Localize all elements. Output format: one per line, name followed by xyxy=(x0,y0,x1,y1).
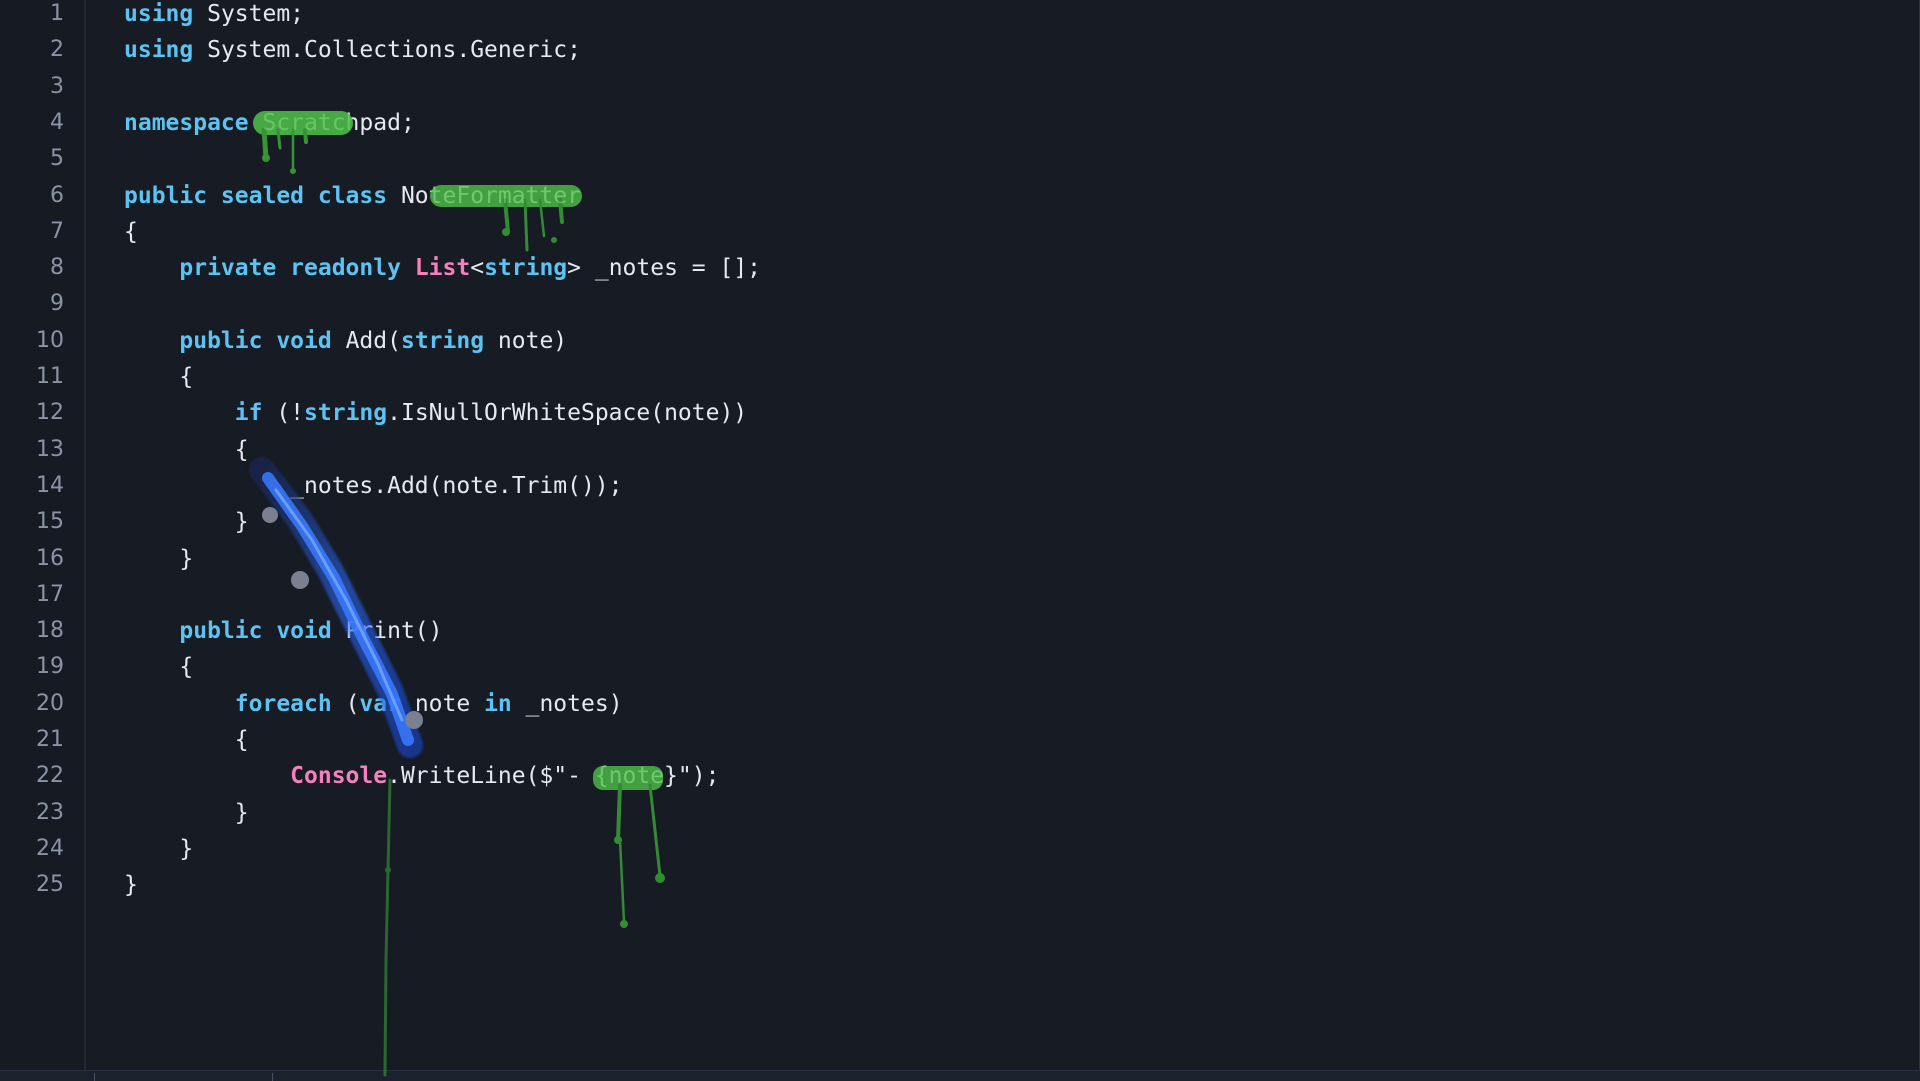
line-number: 16 xyxy=(36,545,64,571)
code-token: .WriteLine($"- {note}"); xyxy=(387,763,720,790)
code-token: (! xyxy=(262,400,305,427)
line-number: 20 xyxy=(36,690,64,716)
code-line[interactable]: { xyxy=(124,214,138,250)
keyword-token: string xyxy=(400,327,485,354)
code-token: < xyxy=(470,255,485,282)
code-token: ( xyxy=(331,690,360,717)
code-token: note) xyxy=(484,327,568,354)
line-number: 19 xyxy=(36,654,64,680)
code-editor[interactable]: 1 2 3 4 5 6 7 8 9 10 11 12 13 14 15 16 17 18 19 20 21 22 23 24 2… xyxy=(0,0,1920,1070)
line-number: 2 xyxy=(50,37,64,63)
type-token: List xyxy=(414,255,471,282)
code-token: { xyxy=(124,364,194,390)
code-token: } xyxy=(124,835,194,862)
keyword-token: string xyxy=(484,255,568,282)
code-line[interactable]: { xyxy=(124,649,193,685)
code-token: { xyxy=(124,727,249,753)
code-token: { xyxy=(124,218,138,245)
code-token: Scratchpad; xyxy=(248,109,415,136)
code-token: Add( xyxy=(331,327,401,354)
code-line[interactable]: using System.Collections.Generic; xyxy=(124,32,581,68)
line-number: 17 xyxy=(36,581,64,607)
code-line[interactable]: } xyxy=(124,795,249,831)
line-number: 6 xyxy=(50,182,64,208)
line-number: 22 xyxy=(36,763,64,789)
keyword-token: if xyxy=(234,400,263,427)
keyword-token: public void xyxy=(179,327,332,354)
line-number: 3 xyxy=(50,73,64,99)
code-token: { xyxy=(124,654,194,681)
line-number: 21 xyxy=(36,727,64,752)
keyword-token: string xyxy=(304,400,388,427)
code-token: _notes) xyxy=(511,690,623,717)
keyword-token: using xyxy=(124,37,194,64)
status-bar xyxy=(0,1070,1920,1081)
line-number-gutter: 1 2 3 4 5 6 7 8 9 10 11 12 13 14 15 16 17 18 19 20 21 22 23 24 2… xyxy=(0,0,86,1070)
code-token: NoteFormatter xyxy=(387,182,581,209)
code-line[interactable]: private readonly List<string> _notes = [… xyxy=(124,250,761,286)
code-line[interactable]: namespace Scratchpad; xyxy=(124,105,415,141)
line-number: 15 xyxy=(36,509,64,535)
keyword-token: public sealed class xyxy=(124,182,388,209)
code-line[interactable]: foreach (var note in _notes) xyxy=(124,686,623,722)
line-number: 11 xyxy=(36,364,64,389)
code-line[interactable]: Console.WriteLine($"- {note}"); xyxy=(124,758,719,794)
code-token: } xyxy=(124,509,249,536)
line-number: 24 xyxy=(36,835,64,861)
code-line[interactable]: } xyxy=(124,541,193,577)
code-line[interactable]: using System; xyxy=(124,0,304,32)
line-number: 7 xyxy=(50,218,64,244)
code-line[interactable]: { xyxy=(124,359,193,395)
code-line[interactable]: } xyxy=(124,867,138,903)
keyword-token: foreach xyxy=(234,690,332,717)
code-line[interactable]: if (!string.IsNullOrWhiteSpace(note)) xyxy=(124,395,747,431)
line-number: 12 xyxy=(36,400,64,426)
code-token: _notes.Add(note.Trim()); xyxy=(124,472,623,499)
code-line[interactable]: { xyxy=(124,432,249,468)
code-token: System.Collections.Generic; xyxy=(193,37,581,64)
code-token: > _notes = []; xyxy=(567,255,762,282)
code-token: } xyxy=(124,799,249,826)
keyword-token: public void xyxy=(179,618,332,645)
keyword-token: in xyxy=(484,690,512,717)
line-number: 23 xyxy=(36,799,64,825)
code-token: { xyxy=(124,436,249,463)
line-number: 4 xyxy=(50,109,64,135)
line-number: 10 xyxy=(36,327,64,353)
line-number: 13 xyxy=(36,436,64,462)
type-token: Console xyxy=(290,763,388,790)
code-line[interactable]: public sealed class NoteFormatter xyxy=(124,178,581,214)
keyword-token: private readonly xyxy=(179,255,401,282)
line-number: 5 xyxy=(50,146,64,172)
code-token: } xyxy=(124,545,194,572)
line-number: 8 xyxy=(50,255,64,281)
code-token: System; xyxy=(193,1,305,27)
code-line[interactable]: } xyxy=(124,504,249,540)
line-number: 25 xyxy=(36,872,64,898)
line-number: 1 xyxy=(50,1,64,26)
code-line[interactable]: _notes.Add(note.Trim()); xyxy=(124,468,623,504)
code-token: } xyxy=(124,872,138,899)
keyword-token: var xyxy=(359,690,401,717)
code-token: .IsNullOrWhiteSpace(note)) xyxy=(387,400,748,427)
code-line[interactable]: { xyxy=(124,722,249,758)
code-token: note xyxy=(400,690,485,717)
keyword-token: namespace xyxy=(124,109,249,136)
line-number: 9 xyxy=(50,291,64,317)
code-line[interactable]: public void Print() xyxy=(124,613,443,649)
keyword-token: using xyxy=(124,1,194,27)
code-line[interactable]: } xyxy=(124,831,193,867)
code-token: Print() xyxy=(331,618,443,645)
line-number: 18 xyxy=(36,618,64,644)
code-line[interactable]: public void Add(string note) xyxy=(124,323,567,359)
line-number: 14 xyxy=(36,472,64,498)
